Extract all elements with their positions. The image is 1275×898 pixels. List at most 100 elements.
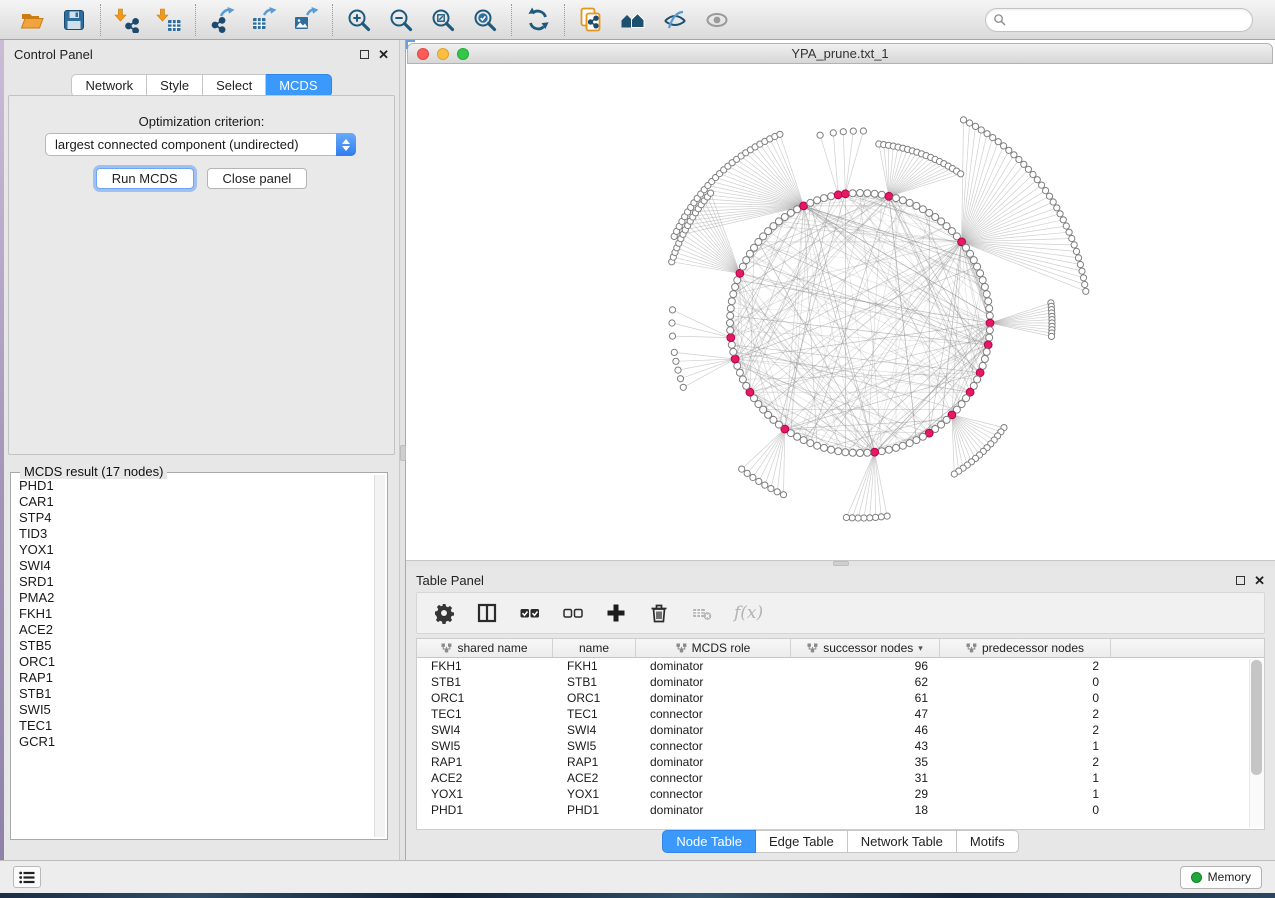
status-bar: Memory — [0, 860, 1275, 893]
list-item[interactable]: STP4 — [19, 510, 367, 526]
list-item[interactable]: PMA2 — [19, 590, 367, 606]
list-item[interactable]: ACE2 — [19, 622, 367, 638]
export-table-icon[interactable] — [251, 7, 277, 33]
list-item[interactable]: TID3 — [19, 526, 367, 542]
show-columns-icon[interactable] — [476, 602, 498, 624]
close-panel-icon[interactable]: ✕ — [1254, 576, 1265, 585]
hide-eye-icon[interactable] — [662, 7, 688, 33]
result-list-scrollbar[interactable] — [374, 475, 385, 837]
list-item[interactable]: FKH1 — [19, 606, 367, 622]
column-header-name[interactable]: name — [553, 639, 636, 657]
deselect-all-icon[interactable] — [562, 602, 584, 624]
control-panel-titlebar: Control Panel ✕ — [4, 40, 399, 68]
table-row[interactable]: STB1STB1dominator620 — [417, 674, 1264, 690]
delete-column-icon[interactable] — [648, 602, 670, 624]
table-scrollbar-thumb[interactable] — [1251, 660, 1262, 775]
table-cell: 43 — [791, 739, 940, 753]
table-header-row: shared namenameMCDS rolesuccessor nodes▾… — [417, 639, 1264, 658]
dropdown-stepper-icon — [336, 133, 356, 156]
column-header-predecessor-nodes[interactable]: predecessor nodes — [940, 639, 1111, 657]
table-row[interactable]: ACE2ACE2connector311 — [417, 770, 1264, 786]
float-panel-icon[interactable] — [1236, 576, 1245, 585]
table-row[interactable]: ORC1ORC1dominator610 — [417, 690, 1264, 706]
import-network-icon[interactable] — [114, 7, 140, 33]
run-mcds-button[interactable]: Run MCDS — [96, 168, 194, 189]
table-cell: 2 — [940, 707, 1111, 721]
column-header-shared-name[interactable]: shared name — [417, 639, 553, 657]
dropdown-selected-value: largest connected component (undirected) — [46, 137, 336, 152]
float-panel-icon[interactable] — [360, 50, 369, 59]
tab-network[interactable]: Network — [71, 74, 147, 97]
list-item[interactable]: CAR1 — [19, 494, 367, 510]
tab-node-table[interactable]: Node Table — [662, 830, 756, 853]
select-all-icon[interactable] — [519, 602, 541, 624]
memory-button[interactable]: Memory — [1180, 866, 1262, 889]
zoom-fit-icon[interactable] — [430, 7, 456, 33]
close-panel-icon[interactable]: ✕ — [378, 50, 389, 59]
app-window: Control Panel ✕ NetworkStyleSelectMCDS O… — [0, 0, 1275, 898]
export-image-icon[interactable] — [293, 7, 319, 33]
zoom-in-icon[interactable] — [346, 7, 372, 33]
zoom-selected-icon[interactable] — [472, 7, 498, 33]
save-icon[interactable] — [61, 7, 87, 33]
table-row[interactable]: FKH1FKH1dominator962 — [417, 658, 1264, 674]
table-row[interactable]: TEC1TEC1connector472 — [417, 706, 1264, 722]
open-folder-icon[interactable] — [19, 7, 45, 33]
network-graph[interactable] — [406, 64, 1275, 560]
table-panel: Table Panel ✕ — [406, 566, 1275, 860]
close-window-icon[interactable] — [417, 48, 429, 60]
table-panel-title: Table Panel — [416, 573, 484, 588]
mcds-result-box: MCDS result (17 nodes) PHD1CAR1STP4TID3Y… — [10, 472, 388, 840]
network-window-titlebar[interactable]: YPA_prune.txt_1 — [407, 43, 1273, 64]
home-networks-icon[interactable] — [620, 7, 646, 33]
table-cell: dominator — [636, 691, 791, 705]
zoom-out-icon[interactable] — [388, 7, 414, 33]
add-column-icon[interactable] — [605, 602, 627, 624]
tab-style[interactable]: Style — [147, 74, 203, 97]
list-item[interactable]: SWI4 — [19, 558, 367, 574]
column-header-successor-nodes[interactable]: successor nodes▾ — [791, 639, 940, 657]
list-item[interactable]: PHD1 — [19, 478, 367, 494]
list-item[interactable]: YOX1 — [19, 542, 367, 558]
gear-icon[interactable] — [433, 602, 455, 624]
list-item[interactable]: RAP1 — [19, 670, 367, 686]
list-item[interactable]: TEC1 — [19, 718, 367, 734]
table-row[interactable]: RAP1RAP1dominator352 — [417, 754, 1264, 770]
search-input[interactable] — [1011, 13, 1245, 27]
minimize-window-icon[interactable] — [437, 48, 449, 60]
mcds-result-list[interactable]: PHD1CAR1STP4TID3YOX1SWI4SRD1PMA2FKH1ACE2… — [14, 476, 372, 836]
vertical-splitter[interactable] — [399, 40, 406, 860]
close-panel-button[interactable]: Close panel — [207, 168, 308, 189]
table-row[interactable]: SWI4SWI4dominator462 — [417, 722, 1264, 738]
show-eye-icon[interactable] — [704, 7, 730, 33]
shared-column-icon — [807, 643, 818, 653]
export-network-icon[interactable] — [209, 7, 235, 33]
tab-network-table[interactable]: Network Table — [848, 830, 957, 853]
table-row[interactable]: YOX1YOX1connector291 — [417, 786, 1264, 802]
import-table-icon[interactable] — [156, 7, 182, 33]
table-row[interactable]: PHD1PHD1dominator180 — [417, 802, 1264, 818]
list-item[interactable]: ORC1 — [19, 654, 367, 670]
table-cell: 2 — [940, 659, 1111, 673]
tab-select[interactable]: Select — [203, 74, 266, 97]
list-item[interactable]: SRD1 — [19, 574, 367, 590]
maximize-window-icon[interactable] — [457, 48, 469, 60]
control-panel-title: Control Panel — [14, 47, 93, 62]
table-row[interactable]: SWI5SWI5connector431 — [417, 738, 1264, 754]
optimization-criterion-dropdown[interactable]: largest connected component (undirected) — [45, 133, 356, 156]
list-item[interactable]: STB5 — [19, 638, 367, 654]
tab-edge-table[interactable]: Edge Table — [756, 830, 848, 853]
list-item[interactable]: STB1 — [19, 686, 367, 702]
network-file-icon[interactable] — [578, 7, 604, 33]
tab-motifs[interactable]: Motifs — [957, 830, 1019, 853]
tab-mcds[interactable]: MCDS — [266, 74, 331, 97]
refresh-layout-icon[interactable] — [525, 7, 551, 33]
table-cell: RAP1 — [553, 755, 636, 769]
column-header-MCDS-role[interactable]: MCDS role — [636, 639, 791, 657]
list-item[interactable]: SWI5 — [19, 702, 367, 718]
search-box[interactable] — [985, 8, 1253, 32]
list-item[interactable]: GCR1 — [19, 734, 367, 750]
task-history-button[interactable] — [13, 866, 41, 888]
network-view-canvas[interactable] — [406, 64, 1275, 560]
memory-status-icon — [1191, 872, 1202, 883]
